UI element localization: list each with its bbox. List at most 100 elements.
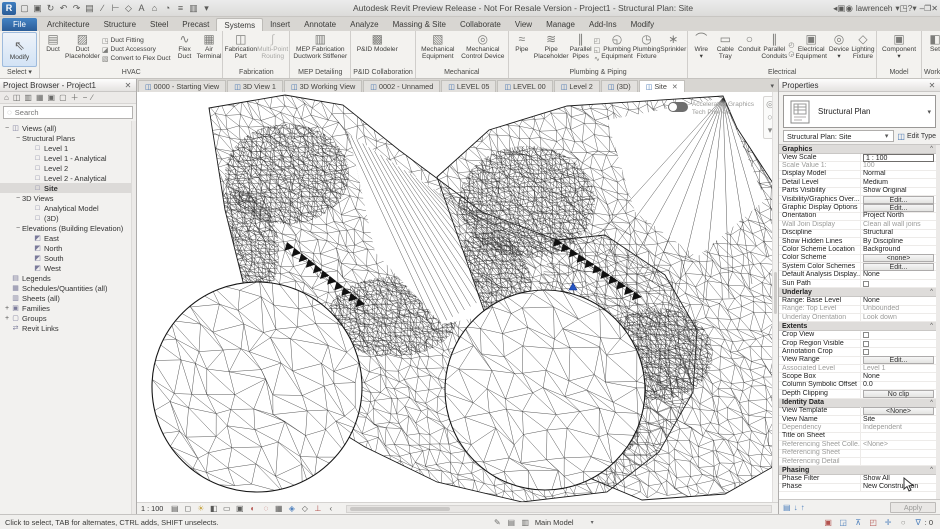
measure-icon[interactable]: ∕ <box>96 1 109 16</box>
property-value-button[interactable]: Edit... <box>863 356 934 364</box>
ribbon-tab-annotate[interactable]: Annotate <box>297 18 343 31</box>
lighting-fixture-button[interactable]: ◇Lighting Fixture <box>851 31 875 68</box>
property-value-button[interactable]: <none> <box>863 254 934 262</box>
ribbon-tab-collaborate[interactable]: Collaborate <box>453 18 508 31</box>
drag-elements-on-selection-icon[interactable]: ✛ <box>883 518 894 527</box>
search-input[interactable] <box>15 108 129 117</box>
tag-by-category-icon[interactable]: ◇ <box>122 1 135 16</box>
select-underlay-elements-icon[interactable]: ◲ <box>838 518 849 527</box>
ribbon-tab-view[interactable]: View <box>508 18 539 31</box>
ribbon-tab-add-ins[interactable]: Add-Ins <box>582 18 624 31</box>
property-value-button[interactable]: Edit... <box>863 196 934 204</box>
file-tab[interactable]: File <box>2 18 37 31</box>
selection-filter[interactable]: ∇ : 0 <box>913 518 935 527</box>
undo-icon[interactable]: ↶ <box>57 1 70 16</box>
instance-selector[interactable]: Structural Plan: Site ▾ <box>783 130 894 142</box>
expand-icon[interactable]: + <box>3 315 11 322</box>
browser-home[interactable]: ⌂ <box>4 93 9 102</box>
edit-type-button[interactable]: ◫ Edit Type <box>897 132 936 141</box>
property-group-underlay[interactable]: Underlay^ <box>779 288 936 297</box>
ribbon-tab-precast[interactable]: Precast <box>175 18 216 31</box>
panel-label[interactable]: Electrical <box>688 68 876 78</box>
tree-item-east[interactable]: ◩East <box>0 233 131 243</box>
panel-label[interactable]: Work Plane <box>922 68 940 78</box>
toggle-switch[interactable] <box>668 102 688 112</box>
air-terminal-button[interactable]: ▦Air Terminal <box>197 31 222 68</box>
p-id-modeler-button[interactable]: ▩P&ID Modeler <box>352 31 402 68</box>
vcb-more-icon[interactable]: ‹ <box>325 504 336 513</box>
duct-placeholder-button[interactable]: ▨Duct Placeholder <box>65 31 100 68</box>
default-3d-view-icon[interactable]: ⌂ <box>148 1 161 16</box>
sort-default-icon[interactable]: ↑ <box>801 503 805 512</box>
tree-item-schedules-quantities-all[interactable]: ▦Schedules/Quantities (all) <box>0 283 131 293</box>
property-checkbox[interactable] <box>863 281 869 287</box>
view-tab-3d-working-view[interactable]: ◫3D Working View <box>284 80 362 92</box>
expand-icon[interactable]: − <box>3 125 11 132</box>
sort-ascending-icon[interactable]: ↓ <box>794 503 798 512</box>
property-checkbox[interactable] <box>863 332 869 338</box>
browser-collapse-all[interactable]: − <box>83 93 88 102</box>
tree-item-sheets-all[interactable]: ▥Sheets (all) <box>0 293 131 303</box>
close-view-icon[interactable]: ✕ <box>672 83 678 91</box>
browser-expand-all[interactable]: ＋ <box>71 92 79 103</box>
sun-path-icon[interactable]: ☀ <box>195 504 206 513</box>
device-button[interactable]: ◎Device ▾ <box>827 31 851 68</box>
convert-to-flex-duct-button[interactable]: ▧Convert to Flex Duct <box>102 55 171 63</box>
property-value-button[interactable]: No clip <box>863 390 934 398</box>
shadows-icon[interactable]: ◧ <box>208 504 219 513</box>
plumbing-fixture-button[interactable]: ◷Plumbing Fixture <box>633 31 661 68</box>
ribbon-tab-architecture[interactable]: Architecture <box>40 18 97 31</box>
property-group-identity-data[interactable]: Identity Data^ <box>779 399 936 408</box>
duct-fitting-button[interactable]: ◳Duct Fitting <box>102 37 171 45</box>
autodesk-store-icon[interactable]: ◳ <box>900 3 908 13</box>
expand-icon[interactable]: − <box>14 225 22 232</box>
view-tab-site[interactable]: ◫Site✕ <box>639 80 685 92</box>
expand-icon[interactable]: + <box>3 305 11 312</box>
tree-item-level-2-analytical[interactable]: □Level 2 - Analytical <box>0 173 131 183</box>
pipe-fitting-icon[interactable]: ◰ <box>594 37 601 45</box>
modify-button[interactable]: ⇖ Modify <box>2 32 37 67</box>
sync-with-central-icon[interactable]: ↻ <box>44 1 57 16</box>
duct-button[interactable]: ▤Duct <box>41 31 65 68</box>
apply-button[interactable]: Apply <box>890 502 936 513</box>
property-group-phasing[interactable]: Phasing^ <box>779 466 936 475</box>
selected-element-marker[interactable] <box>569 283 577 290</box>
parallel-conduits-button[interactable]: ∥Parallel Conduits <box>761 31 787 68</box>
section-icon[interactable]: ◔ <box>161 1 174 16</box>
type-selector-caret-icon[interactable]: ▾ <box>925 108 933 116</box>
show-analytical-model-icon[interactable]: ◈ <box>286 504 297 513</box>
property-group-extents[interactable]: Extents^ <box>779 322 936 331</box>
ribbon-tab-analyze[interactable]: Analyze <box>343 18 385 31</box>
ribbon-tab-modify[interactable]: Modify <box>624 18 662 31</box>
mechanical-equipment-button[interactable]: ▧Mechanical Equipment <box>417 31 459 68</box>
property-value-button[interactable]: Edit... <box>863 263 934 271</box>
aligned-dimension-icon[interactable]: ⊢ <box>109 1 122 16</box>
tree-item-views-all[interactable]: −◫Views (all) <box>0 123 131 133</box>
panel-label[interactable]: Plumbing & Piping <box>509 68 688 78</box>
browser-groups[interactable]: ▢ <box>59 93 67 102</box>
show-crop-region-icon[interactable]: ▣ <box>234 504 245 513</box>
collapse-icon[interactable]: ^ <box>930 323 933 329</box>
save-file-icon[interactable]: ▣ <box>31 1 44 16</box>
scrollbar-thumb[interactable] <box>350 507 450 511</box>
plumbing-equipment-button[interactable]: ◵Plumbing Equipment <box>601 31 633 68</box>
sprinkler-button[interactable]: ∗Sprinkler <box>660 31 686 68</box>
detail-level-icon[interactable]: ▤ <box>169 504 180 513</box>
property-grid-scrollbar[interactable] <box>936 145 940 499</box>
pipe-accessory-icon[interactable]: ◱ <box>594 46 601 54</box>
flex-pipe-icon[interactable]: ∿ <box>594 55 601 63</box>
browser-settings[interactable]: ∕ <box>91 93 92 102</box>
property-value-input[interactable]: 1 : 100 <box>863 154 934 162</box>
properties-help-icon[interactable]: ▤ <box>783 503 791 512</box>
redo-icon[interactable]: ↷ <box>70 1 83 16</box>
pipe-placeholder-button[interactable]: ≋Pipe Placeholder <box>534 31 569 68</box>
ribbon-tab-manage[interactable]: Manage <box>539 18 582 31</box>
cable-tray-button[interactable]: ▭Cable Tray <box>713 31 737 68</box>
electrical-equipment-button[interactable]: ▣Electrical Equipment <box>795 31 827 68</box>
component-button[interactable]: ▣Component ▾ <box>878 31 920 68</box>
pipe-button[interactable]: ≈Pipe <box>510 31 534 68</box>
property-group-graphics[interactable]: Graphics^ <box>779 145 936 154</box>
wire-button[interactable]: ⌒Wire ▾ <box>689 31 713 68</box>
view-tab-0002-unnamed[interactable]: ◫0002 - Unnamed <box>363 80 440 92</box>
scrollbar-thumb[interactable] <box>774 272 777 314</box>
